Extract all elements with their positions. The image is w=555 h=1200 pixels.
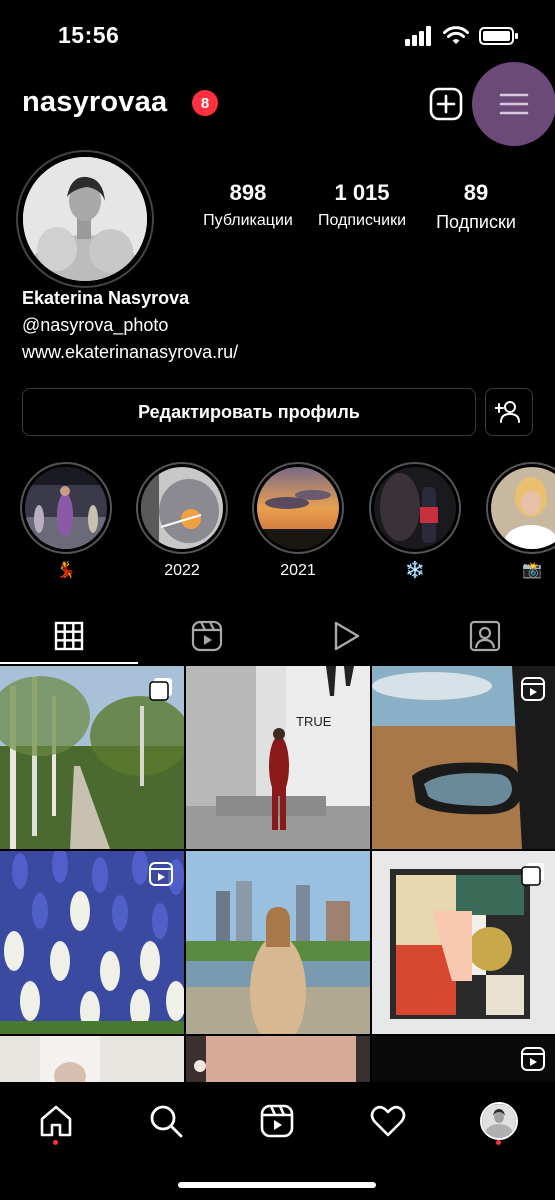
highlight-label: ❄️ — [405, 562, 425, 579]
profile-tabs — [0, 608, 555, 664]
tab-videos[interactable] — [277, 608, 415, 664]
profile-avatar-icon — [480, 1102, 518, 1140]
stat-posts[interactable]: 898 Публикации — [196, 180, 300, 230]
nav-activity[interactable] — [358, 1098, 418, 1144]
highlight-cover — [141, 467, 223, 549]
create-post-button[interactable] — [428, 86, 464, 122]
hamburger-icon — [499, 93, 529, 115]
notification-badge: 8 — [192, 90, 218, 116]
display-name: Ekaterina Nasyrova — [22, 288, 190, 308]
profile-notification-dot — [496, 1140, 501, 1145]
discover-people-button[interactable] — [485, 388, 533, 436]
play-icon — [334, 621, 360, 651]
post-thumbnail[interactable] — [0, 666, 184, 849]
edit-profile-button[interactable]: Редактировать профиль — [22, 388, 476, 436]
menu-button[interactable] — [472, 62, 555, 146]
nav-search[interactable] — [136, 1098, 196, 1144]
posts-grid: TRUE — [0, 666, 555, 1086]
profile-avatar[interactable] — [16, 150, 154, 288]
home-icon — [40, 1105, 72, 1137]
posts-count: 898 — [229, 180, 267, 205]
post-thumbnail[interactable] — [186, 1036, 370, 1086]
battery-icon — [479, 27, 518, 45]
svg-text:TRUE: TRUE — [296, 714, 332, 729]
followers-label: Подписчики — [317, 212, 406, 229]
reel-icon — [149, 862, 173, 886]
highlight-label: 📸 — [522, 562, 542, 579]
highlight-item[interactable]: ❄️ — [369, 462, 461, 582]
status-icons — [405, 26, 519, 46]
status-bar: 15:56 — [0, 0, 555, 70]
active-tab-indicator — [0, 662, 138, 664]
post-thumbnail[interactable] — [372, 851, 555, 1034]
home-indicator — [178, 1182, 376, 1188]
bio-handle[interactable]: @nasyrova_photo — [22, 315, 238, 336]
nav-reels[interactable] — [247, 1098, 307, 1144]
highlight-cover — [491, 467, 555, 549]
stat-followers[interactable]: 1 015 Подписчики — [306, 180, 418, 230]
username[interactable]: nasyrovaa — [22, 86, 167, 119]
reels-icon — [191, 620, 223, 652]
add-person-icon — [495, 401, 520, 423]
nav-home[interactable] — [26, 1098, 86, 1144]
search-icon — [150, 1105, 183, 1138]
tagged-icon — [469, 620, 501, 652]
highlight-item[interactable]: 📸 — [486, 462, 555, 582]
nav-profile[interactable] — [469, 1098, 529, 1144]
highlight-label: 2022 — [164, 562, 200, 579]
home-notification-dot — [53, 1140, 58, 1145]
grid-icon — [54, 621, 84, 651]
following-count: 89 — [463, 180, 489, 205]
posts-label: Публикации — [203, 212, 293, 229]
highlight-label: 💃 — [56, 562, 76, 579]
followers-count: 1 015 — [334, 180, 390, 205]
story-highlights: 💃 2022 2021 ❄️ 📸 — [0, 462, 555, 592]
reel-icon — [521, 1047, 545, 1071]
bio: Ekaterina Nasyrova @nasyrova_photo www.e… — [22, 288, 238, 363]
tab-reels[interactable] — [138, 608, 276, 664]
bio-website-link[interactable]: www.ekaterinanasyrova.ru/ — [22, 342, 238, 363]
highlight-item[interactable]: 2021 — [252, 462, 344, 582]
highlight-item[interactable]: 2022 — [136, 462, 228, 582]
tab-tagged[interactable] — [416, 608, 554, 664]
tab-grid[interactable] — [0, 608, 138, 664]
reel-icon — [521, 677, 545, 701]
carousel-icon — [149, 678, 172, 701]
post-thumbnail[interactable] — [0, 1036, 184, 1086]
post-thumbnail[interactable]: TRUE — [186, 666, 370, 849]
post-thumbnail[interactable] — [372, 1036, 555, 1086]
highlight-cover — [25, 467, 107, 549]
carousel-icon — [521, 863, 544, 886]
signal-icon — [405, 26, 431, 46]
highlight-label: 2021 — [280, 562, 316, 579]
avatar-image — [23, 157, 147, 281]
stat-following[interactable]: 89 Подписки — [424, 180, 528, 233]
wifi-icon — [443, 26, 469, 44]
profile-header: nasyrovaa 8 — [0, 62, 555, 146]
status-time: 15:56 — [58, 22, 120, 48]
highlight-item[interactable]: 💃 — [20, 462, 112, 582]
following-label: Подписки — [436, 212, 516, 232]
highlight-cover — [257, 467, 339, 549]
post-thumbnail[interactable] — [186, 851, 370, 1034]
post-thumbnail[interactable] — [372, 666, 555, 849]
plus-square-icon — [429, 87, 463, 121]
highlight-cover — [374, 467, 456, 549]
heart-icon — [370, 1105, 406, 1137]
post-thumbnail[interactable] — [0, 851, 184, 1034]
reels-icon — [260, 1104, 294, 1138]
